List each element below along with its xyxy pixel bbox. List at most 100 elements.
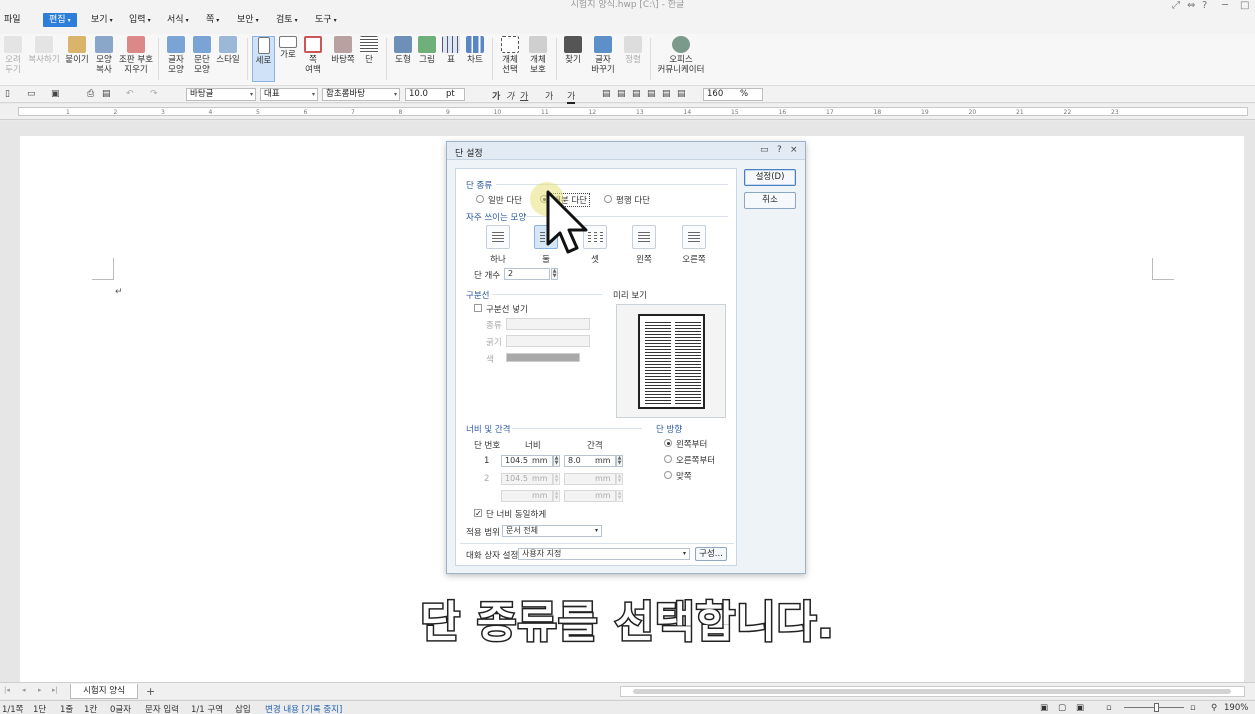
zoom-out-icon[interactable]: ▫ [1106, 703, 1112, 713]
paste-button[interactable]: 붙이기 [64, 36, 90, 65]
row2-gap-input[interactable]: mm [564, 473, 616, 485]
menu-tools[interactable]: 도구 ▾ [315, 13, 337, 27]
page-margin-button[interactable]: 쪽 여백 [302, 36, 324, 75]
char-shape-button[interactable]: 글자 모양 [164, 36, 188, 75]
chart-button[interactable]: 차트 [464, 36, 486, 65]
dialog-titlebar[interactable]: 단 설정 ▭ ? × [447, 142, 805, 160]
menu-format[interactable]: 서식 ▾ [167, 13, 189, 27]
row3-width-input[interactable]: mm [501, 490, 553, 502]
open-folder-icon[interactable]: ▭ [27, 89, 36, 99]
table-button[interactable]: 표 [440, 36, 462, 65]
dialog-preset-configure-button[interactable]: 구성... [695, 547, 727, 561]
save-icon[interactable]: ▣ [51, 89, 60, 99]
zoom-in-icon[interactable]: ▫ [1190, 703, 1196, 713]
underline-icon[interactable]: 가 [520, 89, 528, 102]
row1-gap-spinner[interactable]: ▲ ▼ [616, 455, 623, 467]
copy-button[interactable]: 복사하기 [28, 36, 60, 65]
maximize-icon[interactable]: □ [1240, 0, 1249, 11]
row3-gap-input[interactable]: mm [564, 490, 616, 502]
row3-width-spinner[interactable]: ▲ ▼ [553, 490, 560, 502]
cancel-button[interactable]: 취소 [744, 192, 796, 209]
status-insert-mode[interactable]: 삽입 [235, 703, 251, 714]
align-right-icon[interactable]: ▤ [647, 89, 656, 99]
row1-width-spinner[interactable]: ▲ ▼ [553, 455, 560, 467]
office-communicator-button[interactable]: 오피스 커뮤니케이터 [655, 36, 707, 75]
minimize-icon[interactable]: ─ [1222, 0, 1228, 11]
strike-icon[interactable]: 가 [545, 89, 553, 102]
radio-parallel-columns[interactable] [604, 195, 612, 203]
distribute-icon[interactable]: ▤ [662, 89, 671, 99]
status-zoom[interactable]: 190% [1224, 703, 1248, 713]
picture-button[interactable]: 그림 [416, 36, 438, 65]
zoom-input[interactable]: 160% [703, 88, 763, 101]
column-count-spinner[interactable]: ▲ ▼ [551, 268, 558, 280]
master-page-button[interactable]: 바탕쪽 [330, 36, 356, 65]
menu-edit[interactable]: 편집 ▾ [43, 13, 77, 27]
preview-icon[interactable]: ▤ [102, 89, 111, 99]
prev-tab-icon[interactable]: ◂ [22, 686, 26, 694]
divider-checkbox[interactable] [474, 304, 482, 312]
divider-color-swatch[interactable] [506, 353, 580, 362]
apply-range-select[interactable]: 문서 전체 ▾ [502, 525, 602, 537]
style-button[interactable]: 스타일 [215, 36, 241, 65]
columns-button[interactable]: 단 [358, 36, 380, 65]
add-tab-button[interactable]: + [146, 685, 155, 698]
new-document-icon[interactable]: ▯ [5, 89, 10, 99]
menu-page[interactable]: 쪽 ▾ [206, 13, 219, 27]
landscape-button[interactable]: 가로 [277, 36, 299, 60]
radio-direction-left[interactable] [664, 439, 672, 447]
fullscreen-icon[interactable]: ⤢ [1172, 0, 1180, 11]
find-button[interactable]: 찾기 [561, 36, 585, 65]
dialog-help-icon[interactable]: ? [777, 145, 782, 155]
align-center-icon[interactable]: ▤ [632, 89, 641, 99]
horizontal-ruler[interactable]: 1 2 3 4 5 6 7 8 9 10 11 12 13 14 15 16 17 18 19 20 21 22 23 [0, 104, 1255, 120]
scrollbar-thumb[interactable] [633, 689, 1231, 694]
restore-layout-icon[interactable]: ⇔ [1187, 0, 1195, 11]
divider-type-select[interactable] [506, 318, 590, 330]
radio-direction-facing[interactable] [664, 471, 672, 479]
dialog-preset-select[interactable]: 사용자 지정 ▾ [518, 548, 690, 560]
cut-button[interactable]: 오려 두기 [2, 36, 24, 75]
align-left-icon[interactable]: ▤ [617, 89, 626, 99]
view-normal-icon[interactable]: ▣ [1040, 703, 1048, 713]
italic-icon[interactable]: 가 [506, 89, 514, 102]
equal-width-checkbox[interactable]: ✓ [474, 509, 482, 518]
radio-normal-columns[interactable] [476, 195, 484, 203]
format-painter-button[interactable]: 모양 복사 [92, 36, 116, 75]
row2-width-input[interactable]: 104.5 mm [501, 473, 553, 485]
para-shape-button[interactable]: 문단 모양 [190, 36, 214, 75]
protect-object-button[interactable]: 개체 보호 [525, 36, 551, 75]
font-color-icon[interactable]: 가 [567, 89, 576, 104]
row2-width-spinner[interactable]: ▲ ▼ [553, 473, 560, 485]
next-tab-icon[interactable]: ▸ [38, 686, 42, 694]
undo-icon[interactable]: ↶ [126, 89, 134, 99]
row1-gap-input[interactable]: 8.0 mm [564, 455, 616, 467]
menu-security[interactable]: 보안 ▾ [237, 13, 259, 27]
preset-one-button[interactable] [486, 225, 510, 249]
status-input-mode[interactable]: 문자 입력 [145, 703, 179, 714]
zoom-slider-thumb[interactable] [1154, 703, 1159, 712]
sort-button[interactable]: 정렬 [621, 36, 645, 65]
view-web-icon[interactable]: ▢ [1058, 703, 1066, 713]
help-icon[interactable]: ? [1202, 0, 1207, 11]
radio-direction-right[interactable] [664, 455, 672, 463]
replace-button[interactable]: 글자 바꾸기 [588, 36, 618, 75]
preset-right-button[interactable] [682, 225, 706, 249]
document-tab[interactable]: 시험지 양식 [70, 684, 138, 699]
first-tab-icon[interactable]: |◂ [4, 686, 10, 694]
portrait-button[interactable]: 세로 [252, 36, 275, 82]
status-track-changes[interactable]: 변경 내용 [기록 중지] [265, 703, 342, 714]
font-size-input[interactable]: 10.0 pt [405, 88, 465, 101]
last-tab-icon[interactable]: ▸| [52, 686, 58, 694]
divide-icon[interactable]: ▤ [677, 89, 686, 99]
menu-insert[interactable]: 입력 ▾ [129, 13, 151, 27]
font-select[interactable]: 함초롬바탕 ▾ [322, 88, 400, 101]
menu-file[interactable]: 파일 [4, 13, 21, 27]
style-select[interactable]: 바탕글 ▾ [186, 88, 256, 101]
row3-gap-spinner[interactable]: ▲ ▼ [616, 490, 623, 502]
print-icon[interactable]: ⎙ [87, 89, 94, 99]
preset-left-button[interactable] [632, 225, 656, 249]
bold-icon[interactable]: 가 [492, 89, 500, 102]
dialog-close-icon[interactable]: × [790, 145, 798, 155]
divider-thickness-select[interactable] [506, 335, 590, 347]
